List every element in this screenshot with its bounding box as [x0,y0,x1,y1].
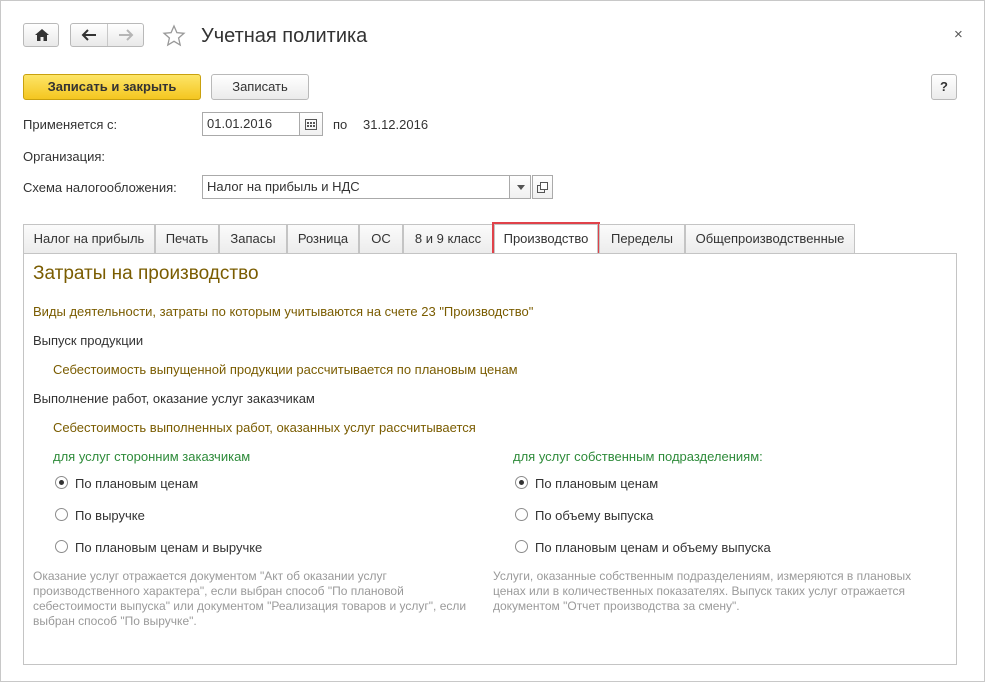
external-radio-planned[interactable] [55,476,68,489]
tax-scheme-label: Схема налогообложения: [23,180,177,195]
external-services-heading: для услуг сторонним заказчикам [53,449,251,464]
works-heading: Выполнение работ, оказание услуг заказчи… [33,391,315,406]
external-option-planned: По плановым ценам [75,476,199,491]
save-button[interactable]: Записать [211,74,309,100]
tab-redistribution[interactable]: Переделы [599,224,685,253]
works-note: Себестоимость выполненных работ, оказанн… [53,420,476,435]
internal-services-heading: для услуг собственным подразделениям: [513,449,763,464]
calendar-button[interactable] [299,112,323,136]
open-icon [537,182,548,193]
external-radio-planned-revenue[interactable] [55,540,68,553]
home-button[interactable] [23,23,59,47]
internal-option-planned: По плановым ценам [535,476,659,491]
tab-class-8-9[interactable]: 8 и 9 класс [403,224,493,253]
internal-radio-planned[interactable] [515,476,528,489]
activities-note: Виды деятельности, затраты по которым уч… [33,304,534,319]
output-note: Себестоимость выпущенной продукции рассч… [53,362,518,377]
external-note: Оказание услуг отражается документом "Ак… [33,569,467,628]
tab-income-tax[interactable]: Налог на прибыль [23,224,155,253]
back-button[interactable] [71,24,108,46]
applies-from-label: Применяется с: [23,117,118,132]
save-and-close-button[interactable]: Записать и закрыть [23,74,201,100]
policy-window: Учетная политика × Записать и закрыть За… [0,0,985,682]
tab-fixed-assets[interactable]: ОС [359,224,403,253]
help-button[interactable]: ? [931,74,957,100]
page-title: Учетная политика [201,25,368,47]
internal-radio-planned-volume[interactable] [515,540,528,553]
internal-radio-volume[interactable] [515,508,528,521]
forward-button[interactable] [108,24,144,46]
close-icon[interactable]: × [954,26,963,43]
tab-inventory[interactable]: Запасы [219,224,287,253]
organization-label: Организация: [23,149,106,164]
history-nav-group [70,23,144,47]
to-date-value: 31.12.2016 [363,117,429,132]
internal-note: Услуги, оказанные собственным подразделе… [493,569,912,613]
star-icon[interactable] [162,24,186,48]
internal-option-planned-volume: По плановым ценам и объему выпуска [535,540,771,555]
calendar-icon [305,119,317,130]
home-icon [35,29,49,41]
section-title: Затраты на производство [33,263,259,284]
external-option-planned-revenue: По плановым ценам и выручке [75,540,263,555]
output-heading: Выпуск продукции [33,333,144,348]
to-label: по [333,117,348,132]
applies-from-input[interactable]: 01.01.2016 [202,112,300,136]
tax-scheme-select[interactable]: Налог на прибыль и НДС [202,175,510,199]
internal-option-volume: По объему выпуска [535,508,654,523]
tax-scheme-dropdown-button[interactable] [509,175,531,199]
tax-scheme-open-button[interactable] [532,175,553,199]
tab-overhead[interactable]: Общепроизводственные [685,224,855,253]
tab-print[interactable]: Печать [155,224,219,253]
external-radio-revenue[interactable] [55,508,68,521]
tab-retail[interactable]: Розница [287,224,359,253]
external-option-revenue: По выручке [75,508,145,523]
chevron-down-icon [517,185,525,190]
tab-production[interactable]: Производство [494,224,598,254]
arrow-right-icon [119,29,134,41]
arrow-left-icon [81,29,96,41]
